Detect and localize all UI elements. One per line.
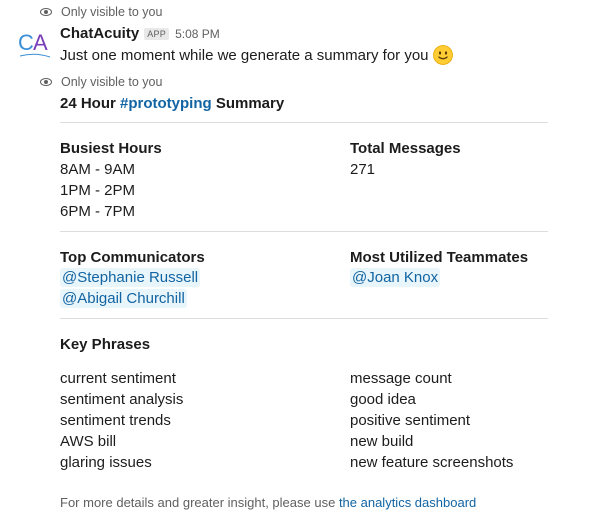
- ephemeral-notice-label: Only visible to you: [61, 75, 163, 89]
- summary-title: 24 Hour #prototyping Summary: [60, 95, 285, 112]
- user-mention[interactable]: @Stephanie Russell: [60, 268, 201, 287]
- key-phrase: new build: [350, 433, 414, 450]
- intro-message: Just one moment while we generate a summ…: [60, 45, 453, 65]
- key-phrase: AWS bill: [60, 433, 117, 450]
- key-phrase: current sentiment: [60, 370, 176, 387]
- busiest-hour-item: 8AM - 9AM: [60, 161, 136, 178]
- intro-message-text: Just one moment while we generate a summ…: [60, 46, 429, 64]
- divider: [60, 231, 548, 232]
- key-phrases-title: Key Phrases: [60, 336, 151, 353]
- svg-text:A: A: [33, 30, 48, 55]
- eye-icon: [40, 78, 52, 86]
- sender-name[interactable]: ChatAcuity: [60, 25, 139, 42]
- ephemeral-notice: Only visible to you: [40, 75, 162, 89]
- timestamp[interactable]: 5:08 PM: [175, 27, 220, 41]
- footer-note: For more details and greater insight, pl…: [60, 495, 476, 510]
- busiest-hour-item: 1PM - 2PM: [60, 182, 136, 199]
- key-phrase: sentiment analysis: [60, 391, 184, 408]
- analytics-dashboard-link[interactable]: the analytics dashboard: [339, 495, 476, 510]
- user-mention[interactable]: @Abigail Churchill: [60, 289, 187, 308]
- ephemeral-notice-label: Only visible to you: [61, 5, 163, 19]
- app-badge: APP: [144, 27, 170, 40]
- footer-text: For more details and greater insight, pl…: [60, 495, 339, 510]
- key-phrase: message count: [350, 370, 452, 387]
- channel-link[interactable]: #prototyping: [120, 95, 212, 112]
- key-phrase: glaring issues: [60, 454, 152, 471]
- key-phrase: sentiment trends: [60, 412, 171, 429]
- divider: [60, 122, 548, 123]
- total-messages-title: Total Messages: [350, 140, 461, 157]
- total-messages-value: 271: [350, 161, 376, 178]
- message-header: ChatAcuity APP 5:08 PM: [60, 25, 220, 42]
- divider: [60, 318, 548, 319]
- most-utilized-title: Most Utilized Teammates: [350, 249, 529, 266]
- key-phrase: good idea: [350, 391, 416, 408]
- chatacuity-logo: C A: [18, 30, 51, 58]
- avatar[interactable]: C A: [17, 26, 53, 62]
- key-phrase: new feature screenshots: [350, 454, 514, 471]
- eye-icon: [40, 8, 52, 16]
- user-mention[interactable]: @Joan Knox: [350, 268, 441, 287]
- busiest-hours-title: Busiest Hours: [60, 140, 162, 157]
- busiest-hour-item: 6PM - 7PM: [60, 203, 136, 220]
- top-communicators-title: Top Communicators: [60, 249, 205, 266]
- key-phrase: positive sentiment: [350, 412, 471, 429]
- ephemeral-notice: Only visible to you: [40, 5, 162, 19]
- svg-text:C: C: [18, 30, 34, 55]
- slightly-smiling-face-icon: [432, 45, 453, 65]
